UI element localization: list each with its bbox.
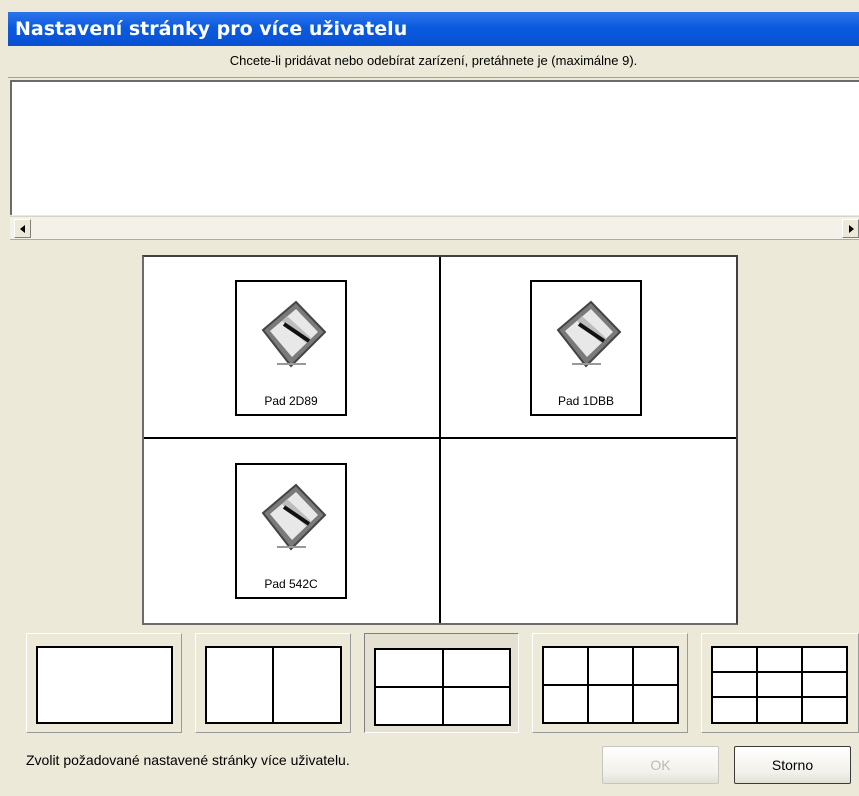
status-text: Zvolit požadované nastavené stránky více… bbox=[26, 752, 350, 768]
device-card-pad-2[interactable]: Pad 1DBB bbox=[530, 280, 642, 416]
scroll-left-button[interactable] bbox=[14, 219, 31, 238]
grid-cell-3[interactable]: Pad 542C bbox=[144, 439, 441, 623]
device-label: Pad 2D89 bbox=[264, 394, 318, 408]
arrow-left-icon bbox=[20, 225, 25, 233]
grid-cell-4[interactable] bbox=[441, 439, 736, 623]
device-tray[interactable] bbox=[10, 80, 859, 215]
layout-3x2-icon bbox=[542, 646, 679, 724]
tablet-pen-icon bbox=[261, 300, 327, 368]
arrow-right-icon bbox=[849, 225, 854, 233]
grid-cell-1[interactable]: Pad 2D89 bbox=[144, 257, 441, 439]
tablet-pen-icon bbox=[556, 300, 622, 368]
layout-1x1-icon bbox=[36, 646, 173, 724]
layout-button-3x2[interactable] bbox=[532, 633, 688, 733]
page-layout-grid: Pad 2D89 Pad 1DBB Pad 542C bbox=[142, 255, 738, 625]
device-label: Pad 542C bbox=[264, 577, 318, 591]
layout-button-3x3[interactable] bbox=[701, 633, 859, 733]
layout-button-1x1[interactable] bbox=[26, 633, 182, 733]
cancel-button[interactable]: Storno bbox=[734, 746, 851, 784]
ok-button[interactable]: OK bbox=[602, 746, 719, 784]
dialog-title: Nastavení stránky pro více uživatelu bbox=[8, 12, 859, 46]
layout-2x2-icon bbox=[374, 648, 511, 726]
scroll-right-button[interactable] bbox=[842, 219, 859, 238]
layout-button-2x2[interactable] bbox=[364, 633, 519, 733]
tablet-pen-icon bbox=[261, 483, 327, 551]
layout-button-2x1[interactable] bbox=[195, 633, 351, 733]
device-card-pad-1[interactable]: Pad 2D89 bbox=[235, 280, 347, 416]
instruction-text: Chcete-li pridávat nebo odebírat zarízen… bbox=[8, 46, 859, 78]
layout-3x3-icon bbox=[711, 646, 848, 724]
grid-cell-2[interactable]: Pad 1DBB bbox=[441, 257, 736, 439]
layout-2x1-icon bbox=[205, 646, 342, 724]
device-card-pad-3[interactable]: Pad 542C bbox=[235, 463, 347, 599]
horizontal-scrollbar[interactable] bbox=[10, 216, 859, 240]
device-label: Pad 1DBB bbox=[557, 394, 615, 408]
